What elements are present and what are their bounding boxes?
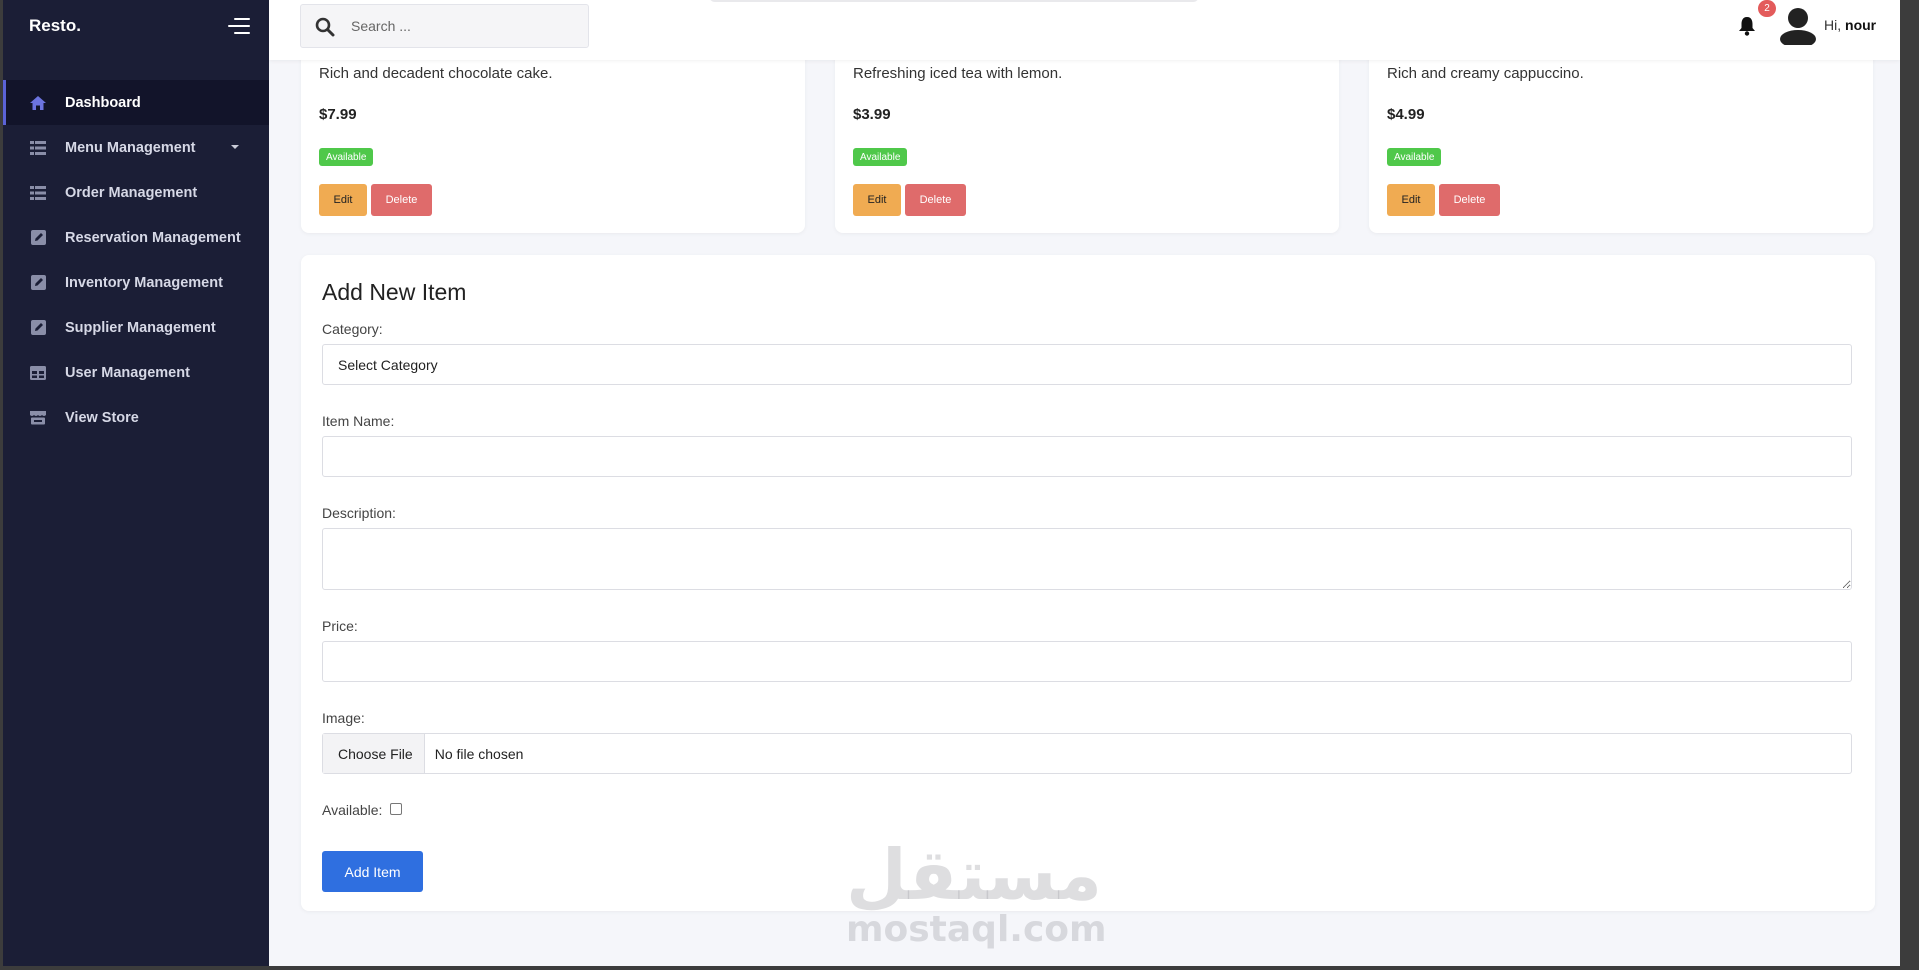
table-icon xyxy=(29,365,47,381)
form-title: Add New Item xyxy=(322,279,467,305)
product-price: $3.99 xyxy=(853,106,891,123)
search-icon[interactable] xyxy=(315,17,335,37)
product-description: Rich and decadent chocolate cake. xyxy=(319,65,553,82)
available-checkbox[interactable] xyxy=(390,803,402,815)
product-price: $7.99 xyxy=(319,106,357,123)
edit-icon xyxy=(29,230,47,246)
sidebar: Resto. Dashboard Menu Management Order M… xyxy=(3,0,269,966)
sidebar-item-order-management[interactable]: Order Management xyxy=(3,170,269,215)
available-label: Available: xyxy=(322,802,383,818)
description-label: Description: xyxy=(322,505,396,521)
sidebar-item-label: Menu Management xyxy=(65,139,196,156)
price-input[interactable] xyxy=(322,641,1852,682)
sidebar-item-view-store[interactable]: View Store xyxy=(3,395,269,440)
sidebar-item-label: Reservation Management xyxy=(65,229,241,246)
username: nour xyxy=(1845,17,1877,33)
sidebar-item-label: User Management xyxy=(65,364,190,381)
sidebar-nav: Dashboard Menu Management Order Manageme… xyxy=(3,80,269,440)
category-select[interactable]: Select Category xyxy=(322,344,1852,385)
chevron-down-icon[interactable] xyxy=(231,145,239,149)
image-file-input[interactable]: Choose File No file chosen xyxy=(322,733,1852,774)
sidebar-item-user-management[interactable]: User Management xyxy=(3,350,269,395)
product-description: Refreshing iced tea with lemon. xyxy=(853,65,1063,82)
sidebar-item-label: Inventory Management xyxy=(65,274,223,291)
status-badge: Available xyxy=(1387,148,1442,166)
brand-logo[interactable]: Resto. xyxy=(29,16,81,36)
sidebar-item-label: Dashboard xyxy=(65,94,141,111)
choose-file-button[interactable]: Choose File xyxy=(323,734,425,773)
home-icon xyxy=(29,95,47,111)
avatar[interactable] xyxy=(1779,5,1817,45)
edit-button[interactable]: Edit xyxy=(319,184,367,216)
product-price: $4.99 xyxy=(1387,106,1425,123)
watermark-url: mostaql.com xyxy=(846,909,1107,950)
edit-button[interactable]: Edit xyxy=(1387,184,1435,216)
greeting-prefix: Hi, xyxy=(1824,17,1842,33)
item-name-input[interactable] xyxy=(322,436,1852,477)
add-item-button[interactable]: Add Item xyxy=(322,851,423,892)
bell-icon[interactable] xyxy=(1737,15,1757,37)
search-box[interactable] xyxy=(300,4,589,48)
topbar: 2 Hi, nour xyxy=(269,0,1900,60)
sidebar-item-supplier-management[interactable]: Supplier Management xyxy=(3,305,269,350)
status-badge: Available xyxy=(319,148,374,166)
delete-button[interactable]: Delete xyxy=(1439,184,1500,216)
item-name-label: Item Name: xyxy=(322,413,395,429)
search-input[interactable] xyxy=(351,11,571,41)
category-selected-value: Select Category xyxy=(338,356,438,373)
list-icon xyxy=(29,185,47,201)
sidebar-item-reservation-management[interactable]: Reservation Management xyxy=(3,215,269,260)
top-notice-edge xyxy=(709,0,1199,2)
sidebar-toggle-icon[interactable] xyxy=(228,17,250,35)
sidebar-item-menu-management[interactable]: Menu Management xyxy=(3,125,269,170)
delete-button[interactable]: Delete xyxy=(371,184,432,216)
product-description: Rich and creamy cappuccino. xyxy=(1387,65,1584,82)
app-window: Resto. Dashboard Menu Management Order M… xyxy=(3,0,1900,966)
list-icon xyxy=(29,140,47,156)
file-status: No file chosen xyxy=(434,745,524,762)
price-label: Price: xyxy=(322,618,358,634)
add-item-form: Add New Item Category: Select Category I… xyxy=(301,255,1875,911)
edit-button[interactable]: Edit xyxy=(853,184,901,216)
description-textarea[interactable] xyxy=(322,528,1852,590)
store-icon xyxy=(29,410,47,426)
sidebar-item-label: Supplier Management xyxy=(65,319,216,336)
sidebar-item-inventory-management[interactable]: Inventory Management xyxy=(3,260,269,305)
image-label: Image: xyxy=(322,710,365,726)
edit-icon xyxy=(29,320,47,336)
sidebar-item-label: View Store xyxy=(65,409,139,426)
user-greeting[interactable]: Hi, nour xyxy=(1824,17,1876,33)
notification-badge: 2 xyxy=(1758,0,1776,17)
delete-button[interactable]: Delete xyxy=(905,184,966,216)
edit-icon xyxy=(29,275,47,291)
sidebar-item-label: Order Management xyxy=(65,184,198,201)
sidebar-item-dashboard[interactable]: Dashboard xyxy=(3,80,269,125)
status-badge: Available xyxy=(853,148,908,166)
category-label: Category: xyxy=(322,321,383,337)
